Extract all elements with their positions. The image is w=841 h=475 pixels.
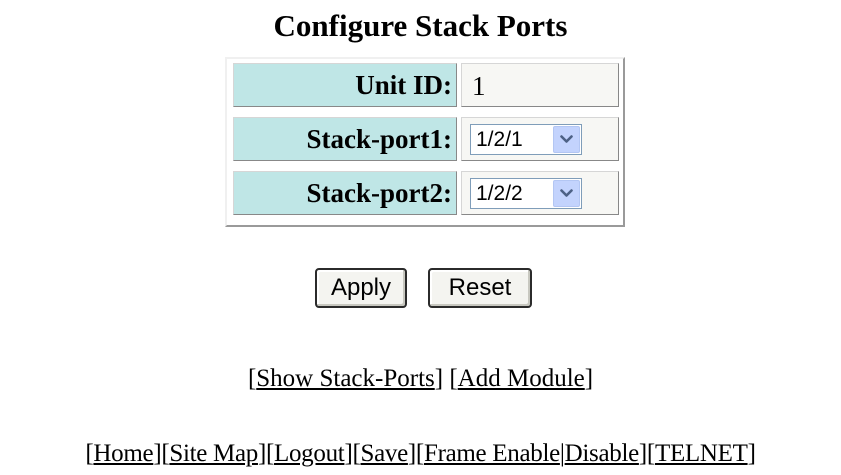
disable-link[interactable]: Disable <box>565 440 640 467</box>
stack-port1-cell: 1/2/1 <box>461 117 619 161</box>
site-map-link[interactable]: Site Map <box>169 440 258 467</box>
stack-port2-select[interactable]: 1/2/2 <box>470 178 582 209</box>
unit-id-label: Unit ID: <box>233 63 457 107</box>
save-link[interactable]: Save <box>361 440 409 467</box>
unit-id-value: 1 <box>472 71 486 101</box>
stack-port2-cell: 1/2/2 <box>461 171 619 215</box>
stack-port2-label: Stack-port2: <box>233 171 457 215</box>
apply-button[interactable]: Apply <box>315 268 407 308</box>
logout-link[interactable]: Logout <box>274 440 345 467</box>
telnet-link[interactable]: TELNET <box>655 440 748 467</box>
stack-ports-table: Unit ID: 1 Stack-port1: 1/2/1 Stack-port… <box>225 57 625 227</box>
unit-id-cell: 1 <box>461 63 619 107</box>
unit-id-row: Unit ID: 1 <box>233 63 619 107</box>
stack-port2-selected-value: 1/2/2 <box>476 182 523 205</box>
stack-port1-select[interactable]: 1/2/1 <box>470 124 582 155</box>
home-link[interactable]: Home <box>93 440 153 467</box>
stack-port2-row: Stack-port2: 1/2/2 <box>233 171 619 215</box>
show-stack-ports-link[interactable]: Show Stack-Ports <box>256 365 434 392</box>
reset-button[interactable]: Reset <box>428 268 532 308</box>
stack-links: [Show Stack-Ports] [Add Module] <box>247 365 594 392</box>
chevron-down-icon[interactable] <box>553 126 580 153</box>
chevron-down-icon[interactable] <box>553 180 580 207</box>
stack-port1-row: Stack-port1: 1/2/1 <box>233 117 619 161</box>
footer-nav: [Home][Site Map][Logout][Save][Frame Ena… <box>85 440 756 467</box>
stack-port1-selected-value: 1/2/1 <box>476 128 523 151</box>
add-module-link[interactable]: Add Module <box>458 365 585 392</box>
stack-port1-label: Stack-port1: <box>233 117 457 161</box>
page-title: Configure Stack Ports <box>273 8 568 43</box>
frame-enable-link[interactable]: Frame Enable <box>424 440 560 467</box>
